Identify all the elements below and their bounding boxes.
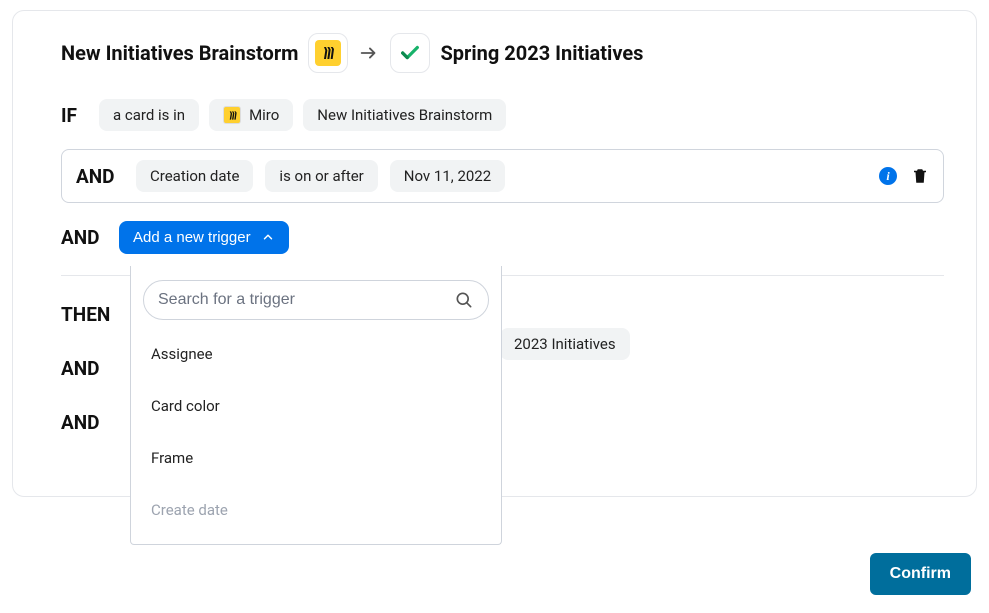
and-keyword: AND: [61, 357, 109, 380]
board-pill[interactable]: New Initiatives Brainstorm: [303, 99, 506, 131]
chevron-up-icon: [261, 230, 275, 244]
rule-header: New Initiatives Brainstorm Spring 2023 I…: [61, 33, 944, 73]
and-row-2: AND Add a new trigger: [61, 217, 944, 257]
then-keyword: THEN: [61, 303, 117, 326]
menu-item-frame[interactable]: Frame: [131, 432, 501, 484]
info-icon[interactable]: i: [879, 167, 897, 185]
app-pill-label: Miro: [249, 106, 279, 124]
value-pill[interactable]: Nov 11, 2022: [390, 160, 505, 192]
and-keyword: AND: [61, 411, 109, 434]
trigger-dropdown: Assignee Card color Frame Create date: [130, 266, 502, 545]
dest-board-pill-peek[interactable]: 2023 Initiatives: [500, 328, 630, 360]
add-trigger-label: Add a new trigger: [133, 229, 251, 246]
condition-pill[interactable]: a card is in: [99, 99, 199, 131]
confirm-button[interactable]: Confirm: [870, 553, 971, 595]
search-icon: [454, 290, 474, 310]
field-pill[interactable]: Creation date: [136, 160, 253, 192]
and-keyword: AND: [61, 226, 109, 249]
row-actions: i: [879, 167, 929, 185]
menu-item-assignee[interactable]: Assignee: [131, 328, 501, 380]
source-title: New Initiatives Brainstorm: [61, 41, 298, 65]
and-row-1: AND Creation date is on or after Nov 11,…: [61, 149, 944, 203]
if-keyword: IF: [61, 104, 85, 127]
destination-app-icon: [390, 33, 430, 73]
if-row: IF a card is in Miro New Initiatives Bra…: [61, 95, 944, 135]
app-pill[interactable]: Miro: [209, 99, 293, 131]
trash-icon[interactable]: [911, 167, 929, 185]
miro-icon: [223, 106, 241, 124]
menu-item-card-color[interactable]: Card color: [131, 380, 501, 432]
arrow-right-icon: [358, 42, 380, 64]
add-trigger-button[interactable]: Add a new trigger: [119, 221, 289, 254]
menu-item-create-date[interactable]: Create date: [131, 484, 501, 536]
operator-pill[interactable]: is on or after: [265, 160, 377, 192]
search-wrap: [143, 280, 489, 320]
miro-icon: [308, 33, 348, 73]
search-input[interactable]: [158, 291, 454, 309]
and-keyword: AND: [76, 165, 124, 188]
dest-title: Spring 2023 Initiatives: [440, 41, 643, 65]
